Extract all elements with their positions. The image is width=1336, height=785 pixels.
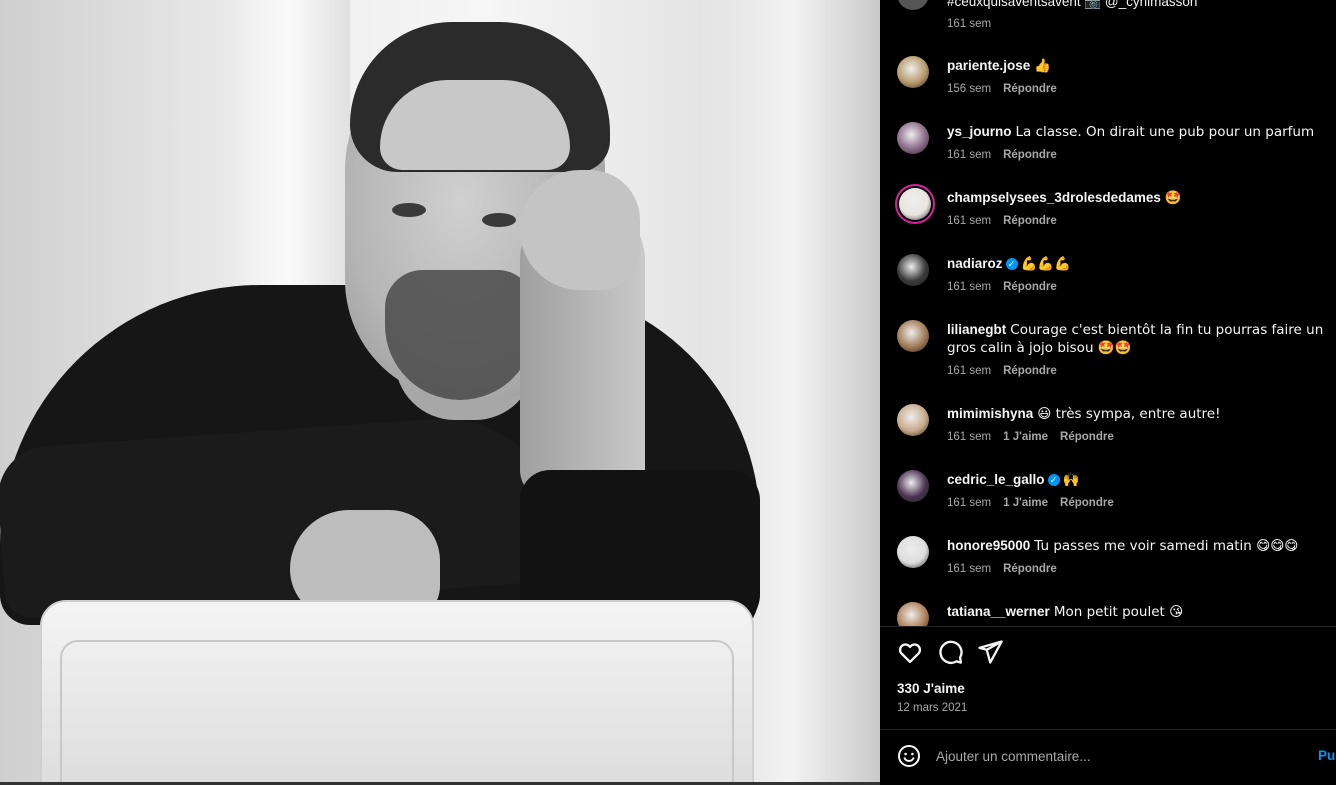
comment-icon[interactable] [936,638,964,666]
comment-username[interactable]: pariente.jose [947,58,1030,73]
divider [880,729,1336,730]
comment-body: La classe. On dirait une pub pour un par… [1015,124,1315,140]
comment-meta: 156 sem Répondre [947,83,1069,95]
comment-username[interactable]: mimimishyna [947,406,1033,421]
avatar[interactable] [897,122,929,154]
comment-username[interactable]: champselysees_3drolesdedames [947,190,1161,205]
comment-body: Tu passes me voir samedi matin 😋😋😋 [1034,538,1299,554]
eye [392,203,426,217]
verified-badge-icon: ✓ [1047,474,1060,486]
post-comment-button[interactable]: Publier [1318,748,1336,763]
post-photo [0,0,880,782]
avatar[interactable] [897,602,929,626]
avatar[interactable] [899,188,931,220]
reply-button[interactable]: Répondre [1003,83,1057,95]
comment-meta: 161 sem Répondre [947,281,1069,293]
comment-meta: 161 sem 1 J'aime Répondre [947,431,1126,443]
comment-text: champselysees_3drolesdedames 🤩 [947,189,1332,207]
avatar[interactable] [897,470,929,502]
comment-text: lilianegbt Courage c'est bientôt la fin t… [947,321,1332,357]
comment-time[interactable]: 161 sem [947,281,991,293]
chair-seam [60,640,734,782]
comment-username[interactable]: honore95000 [947,538,1030,553]
comment-meta: 161 sem 1 J'aime Répondre [947,497,1126,509]
share-icon[interactable] [976,638,1004,666]
comment-username[interactable]: lilianegbt [947,322,1006,337]
avatar[interactable] [897,536,929,568]
comment-like-count[interactable]: 1 J'aime [1003,497,1048,509]
comment-text: cedric_le_gallo ✓ 🙌 [947,471,1332,489]
reply-button[interactable]: Répondre [1003,281,1057,293]
comment-body: 🙌 [1062,472,1080,488]
verified-badge-icon: ✓ [1005,258,1018,270]
emoji-icon[interactable] [897,744,921,768]
comment-body: 👍 [1034,58,1052,74]
reply-button[interactable]: Répondre [1060,431,1114,443]
comment-text: pariente.jose 👍 [947,57,1332,75]
divider [880,626,1336,627]
comment-meta: 161 sem Répondre [947,215,1069,227]
comment-like-count[interactable]: 1 J'aime [1003,431,1048,443]
comment-username[interactable]: nadiaroz [947,256,1003,271]
reply-button[interactable]: Répondre [1060,497,1114,509]
comment-time[interactable]: 161 sem [947,149,991,161]
comment-time[interactable]: 161 sem [947,563,991,575]
comment-list[interactable]: #ceuxquisaventsavent 📷 @_cyrilmasson 161… [880,0,1336,626]
comment-username[interactable]: cedric_le_gallo [947,472,1045,487]
avatar[interactable] [897,320,929,352]
avatar[interactable] [897,0,929,10]
comment-body: 💪💪💪 [1020,256,1071,272]
reply-button[interactable]: Répondre [1003,563,1057,575]
comment-username[interactable]: tatiana__werner [947,604,1050,619]
comment-time: 161 sem [947,18,992,30]
post-date: 12 mars 2021 [897,702,968,714]
reply-button[interactable]: Répondre [1003,365,1057,377]
comment-meta: 161 sem Répondre [947,365,1069,377]
comment-username[interactable]: ys_journo [947,124,1012,139]
comment-input[interactable] [936,744,1306,768]
comment-body: 🤩 [1164,190,1182,206]
comment-text: mimimishyna 😃 très sympa, entre autre! [947,405,1332,423]
comment-text: ys_journo La classe. On dirait une pub po… [947,123,1332,141]
reply-button[interactable]: Répondre [1003,149,1057,161]
forehead [380,80,570,170]
heart-icon[interactable] [896,638,924,666]
comment-body: Mon petit poulet 😘 [1053,604,1184,620]
comment-text: honore95000 Tu passes me voir samedi mati… [947,537,1332,555]
comment-meta: 161 sem Répondre [947,563,1069,575]
avatar[interactable] [897,254,929,286]
post-side-panel: #ceuxquisaventsavent 📷 @_cyrilmasson 161… [880,0,1336,785]
comment-time[interactable]: 156 sem [947,83,991,95]
reply-button[interactable]: Répondre [1003,215,1057,227]
comment-text: #ceuxquisaventsavent 📷 @_cyrilmasson [947,0,1198,9]
avatar[interactable] [897,56,929,88]
comment-meta: 161 sem [947,18,1003,30]
comment-time[interactable]: 161 sem [947,431,991,443]
comment-body: 😃 très sympa, entre autre! [1037,406,1221,422]
comment-time[interactable]: 161 sem [947,497,991,509]
fist [520,170,640,290]
comment-text: tatiana__werner Mon petit poulet 😘 [947,603,1332,621]
comment-time[interactable]: 161 sem [947,365,991,377]
comment-text: nadiaroz ✓ 💪💪💪 [947,255,1332,273]
eye [482,213,516,227]
avatar[interactable] [897,404,929,436]
comment-meta: 161 sem Répondre [947,149,1069,161]
like-count[interactable]: 330 J'aime [897,681,965,696]
comment-time[interactable]: 161 sem [947,215,991,227]
